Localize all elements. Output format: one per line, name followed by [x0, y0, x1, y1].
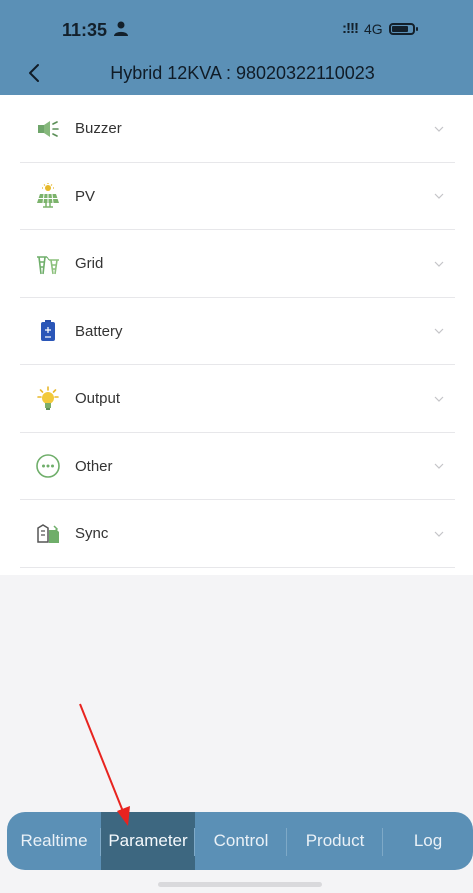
menu-item-label: Battery: [75, 322, 123, 340]
more-dots-icon: [35, 453, 61, 479]
network-type: 4G: [363, 20, 383, 37]
menu-item-sync[interactable]: Sync: [0, 500, 473, 568]
chevron-down-icon: [434, 531, 444, 537]
status-time: 11:35: [62, 20, 108, 40]
chevron-down-icon: [434, 261, 444, 267]
status-indicators: :!!! 4G: [342, 20, 418, 37]
menu-item-label: Grid: [75, 255, 104, 273]
menu-item-label: Output: [75, 390, 121, 408]
chevron-down-icon: [434, 126, 444, 132]
parameter-menu: Buzzer PV Grid Battery Output Other Sync: [0, 95, 473, 575]
menu-item-pv[interactable]: PV: [0, 163, 473, 231]
status-bar: 11:35 :!!! 4G: [0, 0, 473, 46]
header-bar: 11:35 :!!! 4G Hybrid 12KVA : 98020322110…: [0, 0, 473, 95]
menu-item-buzzer[interactable]: Buzzer: [0, 95, 473, 163]
tab-parameter[interactable]: Parameter: [101, 812, 195, 870]
tab-log[interactable]: Log: [383, 812, 473, 870]
app-screen: 11:35 :!!! 4G Hybrid 12KVA : 98020322110…: [0, 0, 473, 893]
grid-tower-icon: [35, 251, 61, 277]
chevron-down-icon: [434, 463, 444, 470]
menu-item-label: Sync: [75, 525, 109, 543]
page-title: Hybrid 12KVA : 98020322110023: [110, 63, 375, 83]
person-icon: [114, 21, 128, 36]
tab-product[interactable]: Product: [287, 812, 383, 870]
signal-icon: :!!!: [342, 20, 359, 37]
menu-item-grid[interactable]: Grid: [0, 230, 473, 298]
battery-icon: [35, 318, 61, 344]
chevron-down-icon: [434, 396, 444, 402]
menu-item-label: Buzzer: [75, 120, 122, 138]
tab-realtime[interactable]: Realtime: [7, 812, 101, 870]
menu-item-battery[interactable]: Battery: [0, 298, 473, 366]
menu-item-label: PV: [75, 187, 96, 205]
home-indicator: [158, 882, 322, 887]
menu-item-label: Other: [75, 457, 113, 475]
menu-item-output[interactable]: Output: [0, 365, 473, 433]
bottom-tab-bar: Realtime Parameter Control Product Log: [7, 812, 473, 870]
chevron-down-icon: [434, 328, 444, 335]
sync-icon: [35, 521, 61, 547]
lightbulb-icon: [35, 385, 61, 412]
chevron-down-icon: [434, 193, 444, 200]
nav-bar: Hybrid 12KVA : 98020322110023: [0, 55, 473, 91]
solar-panel-icon: [35, 183, 61, 209]
tab-control[interactable]: Control: [195, 812, 287, 870]
buzzer-icon: [35, 116, 61, 142]
battery-status-icon: [388, 22, 418, 35]
menu-item-other[interactable]: Other: [0, 433, 473, 501]
